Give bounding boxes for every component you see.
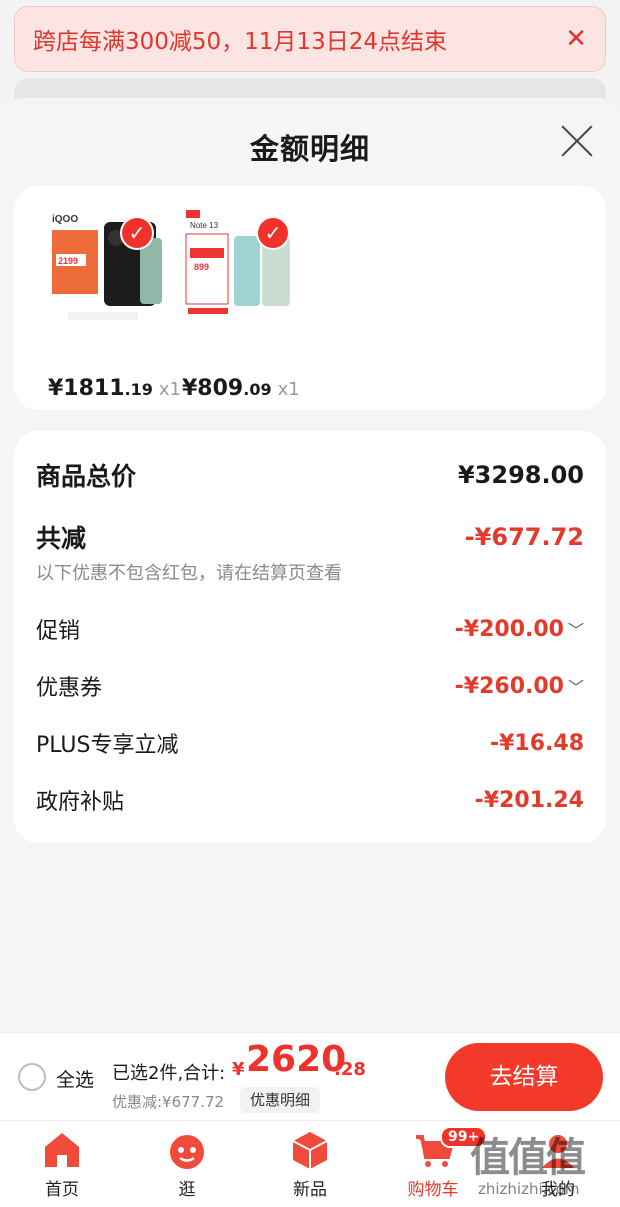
total-currency: ¥ — [232, 1059, 245, 1080]
tab-label: 购物车 — [407, 1180, 459, 1200]
total-price-value: ¥3298.00 — [457, 461, 584, 489]
products-card: iQOO 2199 ✓ ¥1811.19 x1 Note 13 899 ✓ ¥8… — [14, 186, 606, 410]
subsidy-label: 政府补贴 — [36, 790, 125, 815]
tab-label: 逛 — [178, 1180, 196, 1200]
select-all-checkbox[interactable] — [18, 1063, 46, 1091]
product-price: ¥1811.19 x1 — [48, 376, 181, 401]
product-thumbnail: Note 13 899 ✓ — [182, 208, 300, 326]
promotion-row[interactable]: 促销 -¥200.00 ﹀ — [36, 613, 584, 645]
tab-label: 新品 — [293, 1180, 327, 1200]
home-icon — [41, 1129, 83, 1171]
discount-detail-button[interactable]: 优惠明细 — [240, 1087, 321, 1113]
plus-discount-row: PLUS专享立减 -¥16.48 — [36, 727, 584, 759]
product-item[interactable]: iQOO 2199 ✓ ¥1811.19 x1 — [48, 208, 181, 401]
chevron-down-icon[interactable]: ﹀ — [568, 678, 584, 697]
product-item[interactable]: Note 13 899 ✓ ¥809.09 x1 — [182, 208, 300, 401]
promotion-label: 促销 — [36, 619, 81, 644]
coupon-label: 优惠券 — [36, 676, 103, 701]
coupon-value: -¥260.00 — [454, 673, 564, 699]
sheet-title: 金额明细 — [249, 132, 370, 166]
tab-label: 首页 — [45, 1180, 79, 1200]
total-discount-value: -¥677.72 — [464, 523, 584, 551]
amount-detail-sheet: 金额明细 iQOO 2199 ✓ ¥1811.19 x1 Note 13 899… — [0, 98, 620, 1038]
close-icon[interactable]: ✕ — [565, 24, 587, 54]
selected-check-icon: ✓ — [120, 216, 154, 250]
total-price-label: 商品总价 — [36, 462, 137, 491]
watermark: 值值值 — [470, 1135, 586, 1181]
total-amount: 2620 — [246, 1039, 347, 1080]
plus-discount-label: PLUS专享立减 — [36, 733, 179, 758]
watermark-url: zhizhizhi.com — [478, 1180, 580, 1198]
discount-note: 以下优惠不包含红包，请在结算页查看 — [36, 563, 342, 584]
promo-banner: 跨店每满300减50，11月13日24点结束 ✕ — [14, 6, 606, 72]
checkout-button[interactable]: 去结算 — [445, 1043, 603, 1111]
promo-text: 跨店每满300减50，11月13日24点结束 — [33, 29, 447, 55]
explore-icon — [166, 1129, 208, 1171]
close-icon[interactable] — [560, 124, 594, 158]
total-amount-decimal: .28 — [334, 1059, 366, 1080]
subsidy-value: -¥201.24 — [474, 787, 584, 813]
product-quantity: x1 — [158, 379, 181, 400]
selected-count: 已选2件,合计: — [112, 1063, 226, 1084]
plus-discount-value: -¥16.48 — [489, 730, 584, 756]
price-summary-card: 商品总价 ¥3298.00 共减 -¥677.72 以下优惠不包含红包，请在结算… — [14, 431, 606, 843]
subsidy-row: 政府补贴 -¥201.24 — [36, 784, 584, 816]
checkout-bar: 全选 已选2件,合计: ¥ 2620 .28 优惠减:¥677.72 优惠明细 … — [0, 1032, 620, 1120]
total-price-row: 商品总价 ¥3298.00 — [36, 457, 584, 493]
svg-text:899: 899 — [194, 262, 209, 272]
discount-amount: 优惠减:¥677.72 — [112, 1093, 225, 1111]
promotion-value: -¥200.00 — [454, 616, 564, 642]
product-quantity: x1 — [277, 379, 300, 400]
product-price: ¥809.09 x1 — [182, 376, 300, 401]
chevron-down-icon[interactable]: ﹀ — [568, 621, 584, 640]
total-discount-label: 共减 — [36, 524, 87, 553]
svg-text:2199: 2199 — [58, 256, 78, 266]
tab-explore[interactable]: 逛 — [142, 1129, 232, 1200]
select-all-label[interactable]: 全选 — [56, 1065, 94, 1092]
coupon-row[interactable]: 优惠券 -¥260.00 ﹀ — [36, 670, 584, 702]
tab-home[interactable]: 首页 — [17, 1129, 107, 1200]
total-discount-row: 共减 -¥677.72 — [36, 519, 584, 555]
svg-text:Note 13: Note 13 — [190, 221, 219, 230]
selected-check-icon: ✓ — [256, 216, 290, 250]
tab-new[interactable]: 新品 — [265, 1129, 355, 1200]
cube-icon — [289, 1129, 331, 1171]
product-thumbnail: iQOO 2199 ✓ — [48, 208, 166, 326]
svg-text:iQOO: iQOO — [52, 214, 78, 225]
